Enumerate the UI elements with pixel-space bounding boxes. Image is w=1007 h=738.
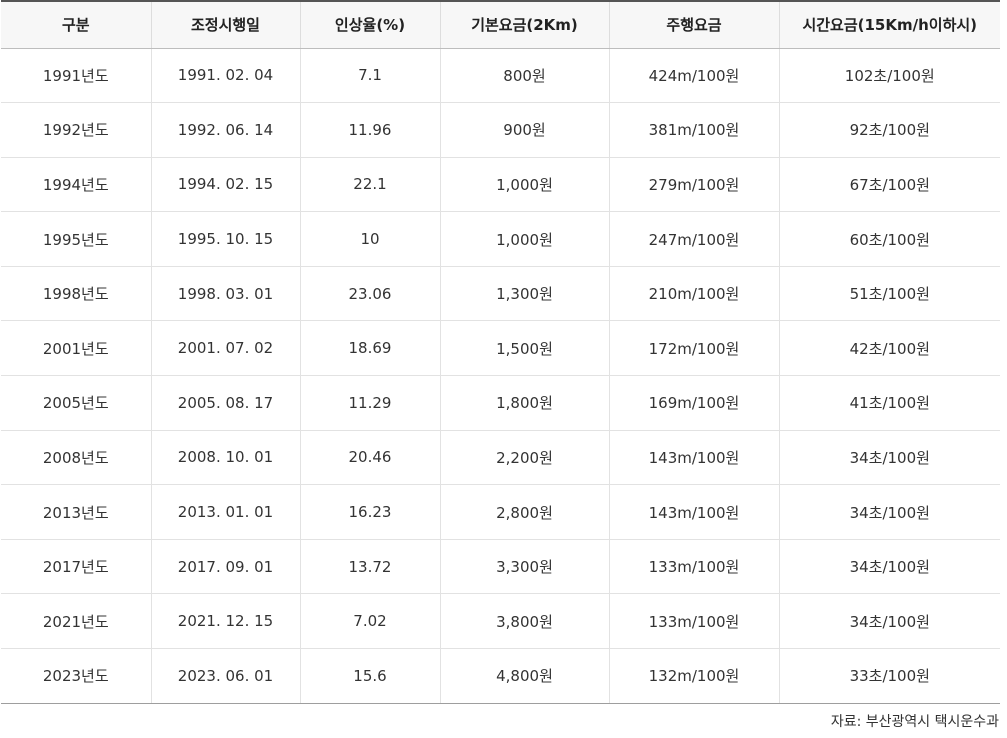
cell-increase-rate: 18.69	[299, 320, 440, 377]
cell-time-fare: 34초/100원	[778, 484, 1000, 540]
table-row: 1995년도 1995. 10. 15 10 1,000원 247m/100원 60초/1…	[1, 211, 1000, 267]
cell-base-fare: 4,800원	[439, 648, 609, 704]
cell-year: 2017년도	[1, 539, 151, 595]
cell-year: 1998년도	[1, 266, 151, 322]
table-row: 1998년도 1998. 03. 01 23.06 1,300원 210m/100원 51…	[1, 266, 1000, 322]
cell-year: 2005년도	[1, 375, 151, 431]
table-row: 1991년도 1991. 02. 04 7.1 800원 424m/100원 102초/1…	[1, 48, 1000, 104]
cell-year: 2021년도	[1, 593, 151, 650]
header-base-fare: 기본요금(2Km)	[439, 0, 609, 49]
cell-time-fare: 51초/100원	[778, 266, 1000, 322]
cell-base-fare: 1,300원	[439, 266, 609, 322]
cell-distance-fare: 133m/100원	[608, 539, 779, 595]
cell-base-fare: 1,000원	[439, 211, 609, 267]
fare-history-table-container: 구분 조정시행일 인상율(%) 기본요금(2Km) 주행요금 시간요금(15Km/h이하시…	[1, 0, 1000, 704]
table-row: 2017년도 2017. 09. 01 13.72 3,300원 133m/100원 34…	[1, 539, 1000, 595]
cell-year: 2008년도	[1, 430, 151, 486]
table-row: 2023년도 2023. 06. 01 15.6 4,800원 132m/100원 33초…	[1, 648, 1000, 704]
header-row: 구분 조정시행일 인상율(%) 기본요금(2Km) 주행요금 시간요금(15Km/h이하시…	[1, 0, 1000, 49]
cell-increase-rate: 20.46	[299, 430, 440, 486]
table-row: 2013년도 2013. 01. 01 16.23 2,800원 143m/100원 34…	[1, 484, 1000, 540]
cell-year: 2013년도	[1, 484, 151, 540]
cell-base-fare: 3,800원	[439, 593, 609, 650]
cell-year: 1991년도	[1, 48, 151, 104]
table-row: 2008년도 2008. 10. 01 20.46 2,200원 143m/100원 34…	[1, 430, 1000, 486]
cell-increase-rate: 11.96	[299, 102, 440, 158]
header-increase-rate: 인상율(%)	[299, 0, 440, 49]
table-body: 1991년도 1991. 02. 04 7.1 800원 424m/100원 102초/1…	[1, 48, 1000, 704]
cell-distance-fare: 132m/100원	[608, 648, 779, 704]
cell-year: 2023년도	[1, 648, 151, 704]
cell-base-fare: 800원	[439, 48, 609, 104]
cell-effective-date: 1994. 02. 15	[150, 157, 300, 213]
cell-base-fare: 1,800원	[439, 375, 609, 431]
cell-time-fare: 34초/100원	[778, 539, 1000, 595]
cell-effective-date: 2021. 12. 15	[150, 593, 300, 650]
cell-effective-date: 1998. 03. 01	[150, 266, 300, 322]
cell-base-fare: 2,800원	[439, 484, 609, 540]
cell-time-fare: 60초/100원	[778, 211, 1000, 267]
cell-effective-date: 1995. 10. 15	[150, 211, 300, 267]
cell-distance-fare: 133m/100원	[608, 593, 779, 650]
header-time-fare: 시간요금(15Km/h이하시)	[778, 0, 1000, 49]
cell-increase-rate: 22.1	[299, 157, 440, 213]
cell-increase-rate: 10	[299, 211, 440, 267]
taxi-fare-history-table: 구분 조정시행일 인상율(%) 기본요금(2Km) 주행요금 시간요금(15Km/h이하시…	[1, 0, 1000, 704]
source-note: 자료: 부산광역시 택시운수과	[830, 714, 999, 730]
cell-distance-fare: 424m/100원	[608, 48, 779, 104]
cell-increase-rate: 23.06	[299, 266, 440, 322]
cell-time-fare: 42초/100원	[778, 320, 1000, 377]
cell-base-fare: 1,500원	[439, 320, 609, 377]
cell-year: 1992년도	[1, 102, 151, 158]
cell-effective-date: 2017. 09. 01	[150, 539, 300, 595]
cell-distance-fare: 279m/100원	[608, 157, 779, 213]
cell-year: 1994년도	[1, 157, 151, 213]
cell-effective-date: 1991. 02. 04	[150, 48, 300, 104]
cell-increase-rate: 7.02	[299, 593, 440, 650]
cell-increase-rate: 7.1	[299, 48, 440, 104]
cell-increase-rate: 11.29	[299, 375, 440, 431]
header-category: 구분	[1, 0, 151, 49]
table-header: 구분 조정시행일 인상율(%) 기본요금(2Km) 주행요금 시간요금(15Km/h이하시…	[1, 0, 1000, 49]
cell-base-fare: 900원	[439, 102, 609, 158]
cell-year: 1995년도	[1, 211, 151, 267]
cell-base-fare: 1,000원	[439, 157, 609, 213]
cell-effective-date: 2008. 10. 01	[150, 430, 300, 486]
header-effective-date: 조정시행일	[150, 0, 300, 49]
table-row: 1992년도 1992. 06. 14 11.96 900원 381m/100원 92초/…	[1, 102, 1000, 158]
cell-time-fare: 34초/100원	[778, 593, 1000, 650]
cell-distance-fare: 143m/100원	[608, 484, 779, 540]
cell-year: 2001년도	[1, 320, 151, 377]
cell-effective-date: 2023. 06. 01	[150, 648, 300, 704]
table-row: 2005년도 2005. 08. 17 11.29 1,800원 169m/100원 41…	[1, 375, 1000, 431]
cell-distance-fare: 143m/100원	[608, 430, 779, 486]
cell-time-fare: 41초/100원	[778, 375, 1000, 431]
cell-distance-fare: 210m/100원	[608, 266, 779, 322]
header-distance-fare: 주행요금	[608, 0, 779, 49]
cell-effective-date: 2005. 08. 17	[150, 375, 300, 431]
table-row: 2021년도 2021. 12. 15 7.02 3,800원 133m/100원 34초…	[1, 593, 1000, 650]
cell-distance-fare: 381m/100원	[608, 102, 779, 158]
cell-time-fare: 67초/100원	[778, 157, 1000, 213]
table-row: 1994년도 1994. 02. 15 22.1 1,000원 279m/100원 67초…	[1, 157, 1000, 213]
cell-increase-rate: 15.6	[299, 648, 440, 704]
cell-time-fare: 102초/100원	[778, 48, 1000, 104]
cell-distance-fare: 172m/100원	[608, 320, 779, 377]
cell-time-fare: 34초/100원	[778, 430, 1000, 486]
cell-effective-date: 2001. 07. 02	[150, 320, 300, 377]
cell-distance-fare: 169m/100원	[608, 375, 779, 431]
table-row: 2001년도 2001. 07. 02 18.69 1,500원 172m/100원 42…	[1, 320, 1000, 377]
cell-increase-rate: 13.72	[299, 539, 440, 595]
cell-distance-fare: 247m/100원	[608, 211, 779, 267]
cell-effective-date: 1992. 06. 14	[150, 102, 300, 158]
cell-increase-rate: 16.23	[299, 484, 440, 540]
cell-time-fare: 33초/100원	[778, 648, 1000, 704]
cell-time-fare: 92초/100원	[778, 102, 1000, 158]
cell-base-fare: 2,200원	[439, 430, 609, 486]
cell-base-fare: 3,300원	[439, 539, 609, 595]
cell-effective-date: 2013. 01. 01	[150, 484, 300, 540]
